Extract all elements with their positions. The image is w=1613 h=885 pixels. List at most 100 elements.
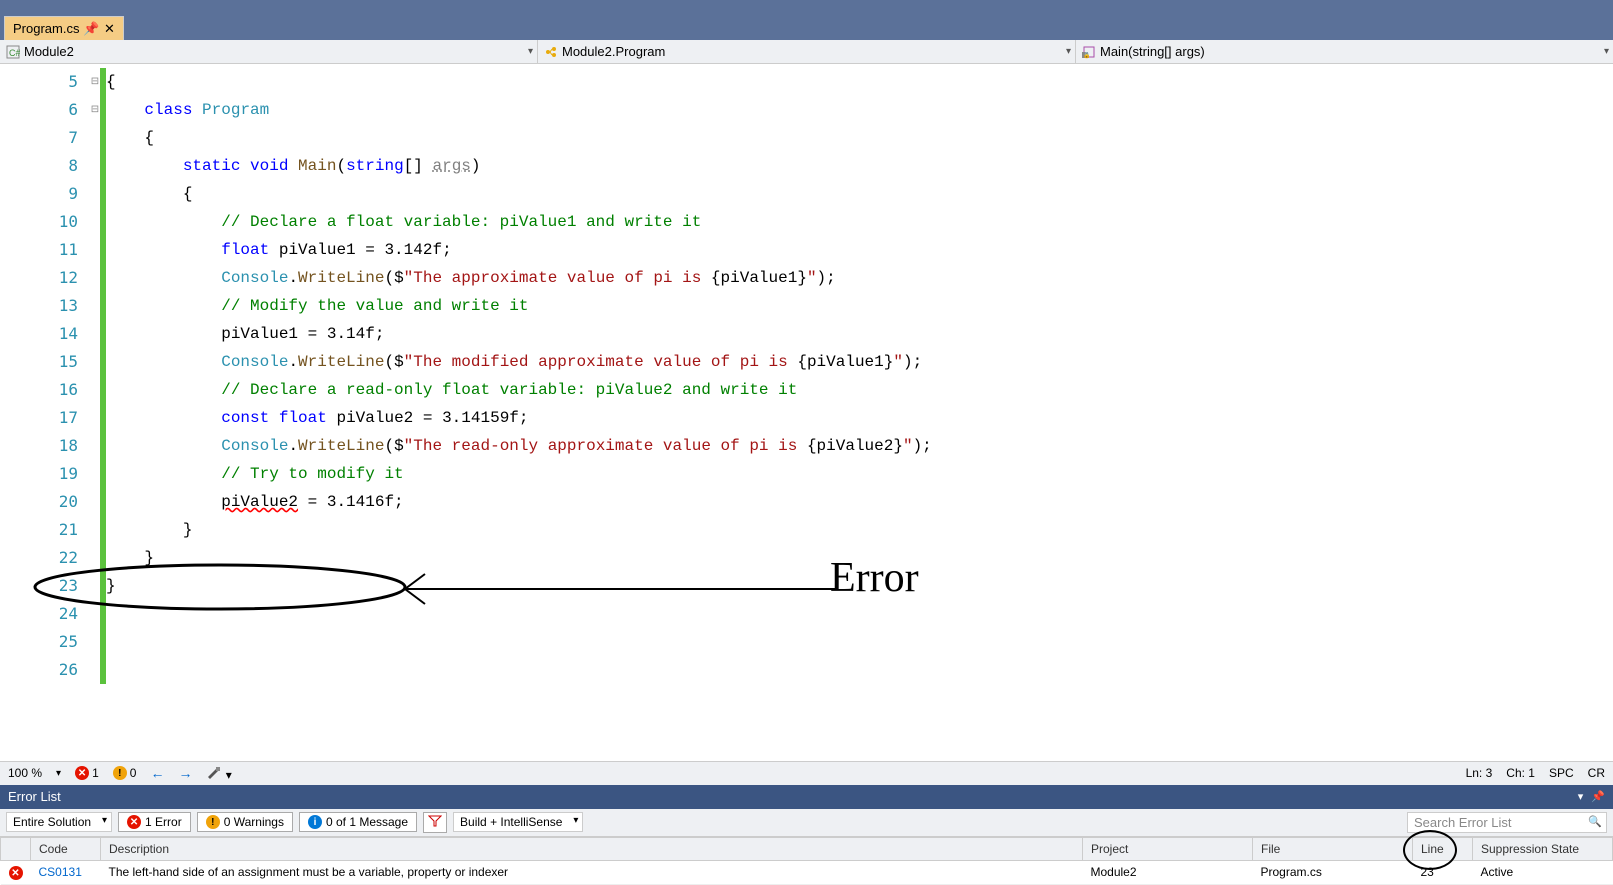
- spaces-indicator: SPC: [1549, 766, 1574, 780]
- code-editor[interactable]: 567891011121314151617181920212223242526 …: [0, 64, 1613, 761]
- screwdriver-icon[interactable]: ▾: [206, 765, 231, 782]
- chevron-down-icon: ▾: [1066, 46, 1071, 57]
- error-list-panel-header[interactable]: Error List ▾ 📌: [0, 785, 1613, 809]
- line-number: 5: [0, 68, 78, 96]
- code-line[interactable]: // Modify the value and write it: [106, 292, 1613, 320]
- line-number: 20: [0, 488, 78, 516]
- line-number-gutter: 567891011121314151617181920212223242526: [0, 64, 90, 761]
- col-suppression[interactable]: Suppression State: [1473, 837, 1613, 860]
- error-project: Module2: [1083, 860, 1253, 885]
- code-text[interactable]: { class Program { static void Main(strin…: [106, 64, 1613, 761]
- warning-icon: !: [206, 815, 220, 829]
- line-number: 18: [0, 432, 78, 460]
- title-bar: [0, 0, 1613, 12]
- scope-label: Module2: [24, 44, 74, 59]
- chevron-down-icon: ▾: [528, 46, 533, 57]
- code-line[interactable]: {: [106, 68, 1613, 96]
- code-line[interactable]: // Try to modify it: [106, 460, 1613, 488]
- line-number: 16: [0, 376, 78, 404]
- search-error-list-input[interactable]: Search Error List: [1407, 812, 1607, 833]
- filter-button[interactable]: [423, 812, 447, 833]
- code-line[interactable]: piValue1 = 3.14f;: [106, 320, 1613, 348]
- warnings-filter[interactable]: !0 Warnings: [197, 812, 293, 832]
- error-line: 23: [1413, 860, 1473, 885]
- col-description[interactable]: Description: [101, 837, 1083, 860]
- line-number: 11: [0, 236, 78, 264]
- zoom-level[interactable]: 100 %: [8, 766, 42, 780]
- nav-back-button[interactable]: ←: [150, 765, 164, 781]
- info-icon: i: [308, 815, 322, 829]
- code-line[interactable]: {: [106, 124, 1613, 152]
- code-line[interactable]: }: [106, 516, 1613, 544]
- col-icon[interactable]: [1, 837, 31, 860]
- line-number: 12: [0, 264, 78, 292]
- pin-icon[interactable]: 📌: [1591, 790, 1605, 803]
- nav-forward-button[interactable]: →: [178, 765, 192, 781]
- document-tab[interactable]: Program.cs 📌 ✕: [4, 16, 124, 40]
- col-project[interactable]: Project: [1083, 837, 1253, 860]
- error-list-title: Error List: [8, 789, 61, 804]
- error-code[interactable]: CS0131: [31, 860, 101, 885]
- errors-filter[interactable]: ✕1 Error: [118, 812, 191, 832]
- col-file[interactable]: File: [1253, 837, 1413, 860]
- line-number: 26: [0, 656, 78, 684]
- fold-toggle[interactable]: ⊟: [90, 96, 100, 124]
- line-number: 6: [0, 96, 78, 124]
- error-icon: ✕: [1, 860, 31, 885]
- close-icon[interactable]: ✕: [103, 23, 115, 35]
- error-list-table: Code Description Project File Line Suppr…: [0, 837, 1613, 885]
- code-line[interactable]: float piValue1 = 3.142f;: [106, 236, 1613, 264]
- error-row[interactable]: ✕CS0131The left-hand side of an assignme…: [1, 860, 1613, 885]
- line-number: 15: [0, 348, 78, 376]
- warning-count-badge[interactable]: !0: [113, 766, 137, 780]
- warning-icon: !: [113, 766, 127, 780]
- scope-selector[interactable]: Entire Solution: [6, 812, 112, 832]
- svg-text:🔒: 🔒: [1083, 51, 1090, 59]
- method-label: Main(string[] args): [1100, 44, 1205, 59]
- code-line[interactable]: }: [106, 572, 1613, 600]
- chevron-down-icon[interactable]: ▾: [56, 768, 61, 779]
- line-number: 13: [0, 292, 78, 320]
- scope-dropdown[interactable]: C# Module2 ▾: [0, 40, 538, 63]
- panel-options-icon[interactable]: ▾: [1578, 790, 1584, 803]
- line-number: 21: [0, 516, 78, 544]
- tab-filename: Program.cs: [13, 21, 79, 36]
- document-tab-strip: Program.cs 📌 ✕: [0, 12, 1613, 40]
- col-line[interactable]: Line: [1413, 837, 1473, 860]
- table-header-row: Code Description Project File Line Suppr…: [1, 837, 1613, 860]
- code-line[interactable]: Console.WriteLine($"The modified approxi…: [106, 348, 1613, 376]
- outlining-margin[interactable]: ⊟⊟: [90, 64, 100, 761]
- code-line[interactable]: static void Main(string[] args): [106, 152, 1613, 180]
- code-line[interactable]: {: [106, 180, 1613, 208]
- error-list-toolbar: Entire Solution ✕1 Error !0 Warnings i0 …: [0, 809, 1613, 837]
- code-line[interactable]: }: [106, 544, 1613, 572]
- navigation-bar: C# Module2 ▾ Module2.Program ▾ 🔒 Main(st…: [0, 40, 1613, 64]
- messages-filter[interactable]: i0 of 1 Message: [299, 812, 417, 832]
- code-line[interactable]: // Declare a float variable: piValue1 an…: [106, 208, 1613, 236]
- chevron-down-icon: ▾: [1604, 46, 1609, 57]
- line-number: 17: [0, 404, 78, 432]
- code-line[interactable]: // Declare a read-only float variable: p…: [106, 376, 1613, 404]
- code-line[interactable]: class Program: [106, 96, 1613, 124]
- lineending-indicator: CR: [1588, 766, 1605, 780]
- svg-text:C#: C#: [9, 48, 20, 58]
- code-line[interactable]: Console.WriteLine($"The approximate valu…: [106, 264, 1613, 292]
- class-icon: [544, 45, 558, 59]
- fold-toggle[interactable]: ⊟: [90, 68, 100, 96]
- line-number: 7: [0, 124, 78, 152]
- class-dropdown[interactable]: Module2.Program ▾: [538, 40, 1076, 63]
- line-number: 8: [0, 152, 78, 180]
- error-icon: ✕: [127, 815, 141, 829]
- pin-icon[interactable]: 📌: [85, 23, 97, 35]
- build-intellisense-selector[interactable]: Build + IntelliSense: [453, 812, 583, 832]
- col-code[interactable]: Code: [31, 837, 101, 860]
- code-line[interactable]: const float piValue2 = 3.14159f;: [106, 404, 1613, 432]
- line-indicator: Ln: 3: [1466, 766, 1493, 780]
- code-line[interactable]: Console.WriteLine($"The read-only approx…: [106, 432, 1613, 460]
- code-line[interactable]: piValue2 = 3.1416f;: [106, 488, 1613, 516]
- line-number: 25: [0, 628, 78, 656]
- error-count-badge[interactable]: ✕1: [75, 766, 99, 780]
- line-number: 10: [0, 208, 78, 236]
- filter-icon: [428, 815, 442, 830]
- method-dropdown[interactable]: 🔒 Main(string[] args) ▾: [1076, 40, 1613, 63]
